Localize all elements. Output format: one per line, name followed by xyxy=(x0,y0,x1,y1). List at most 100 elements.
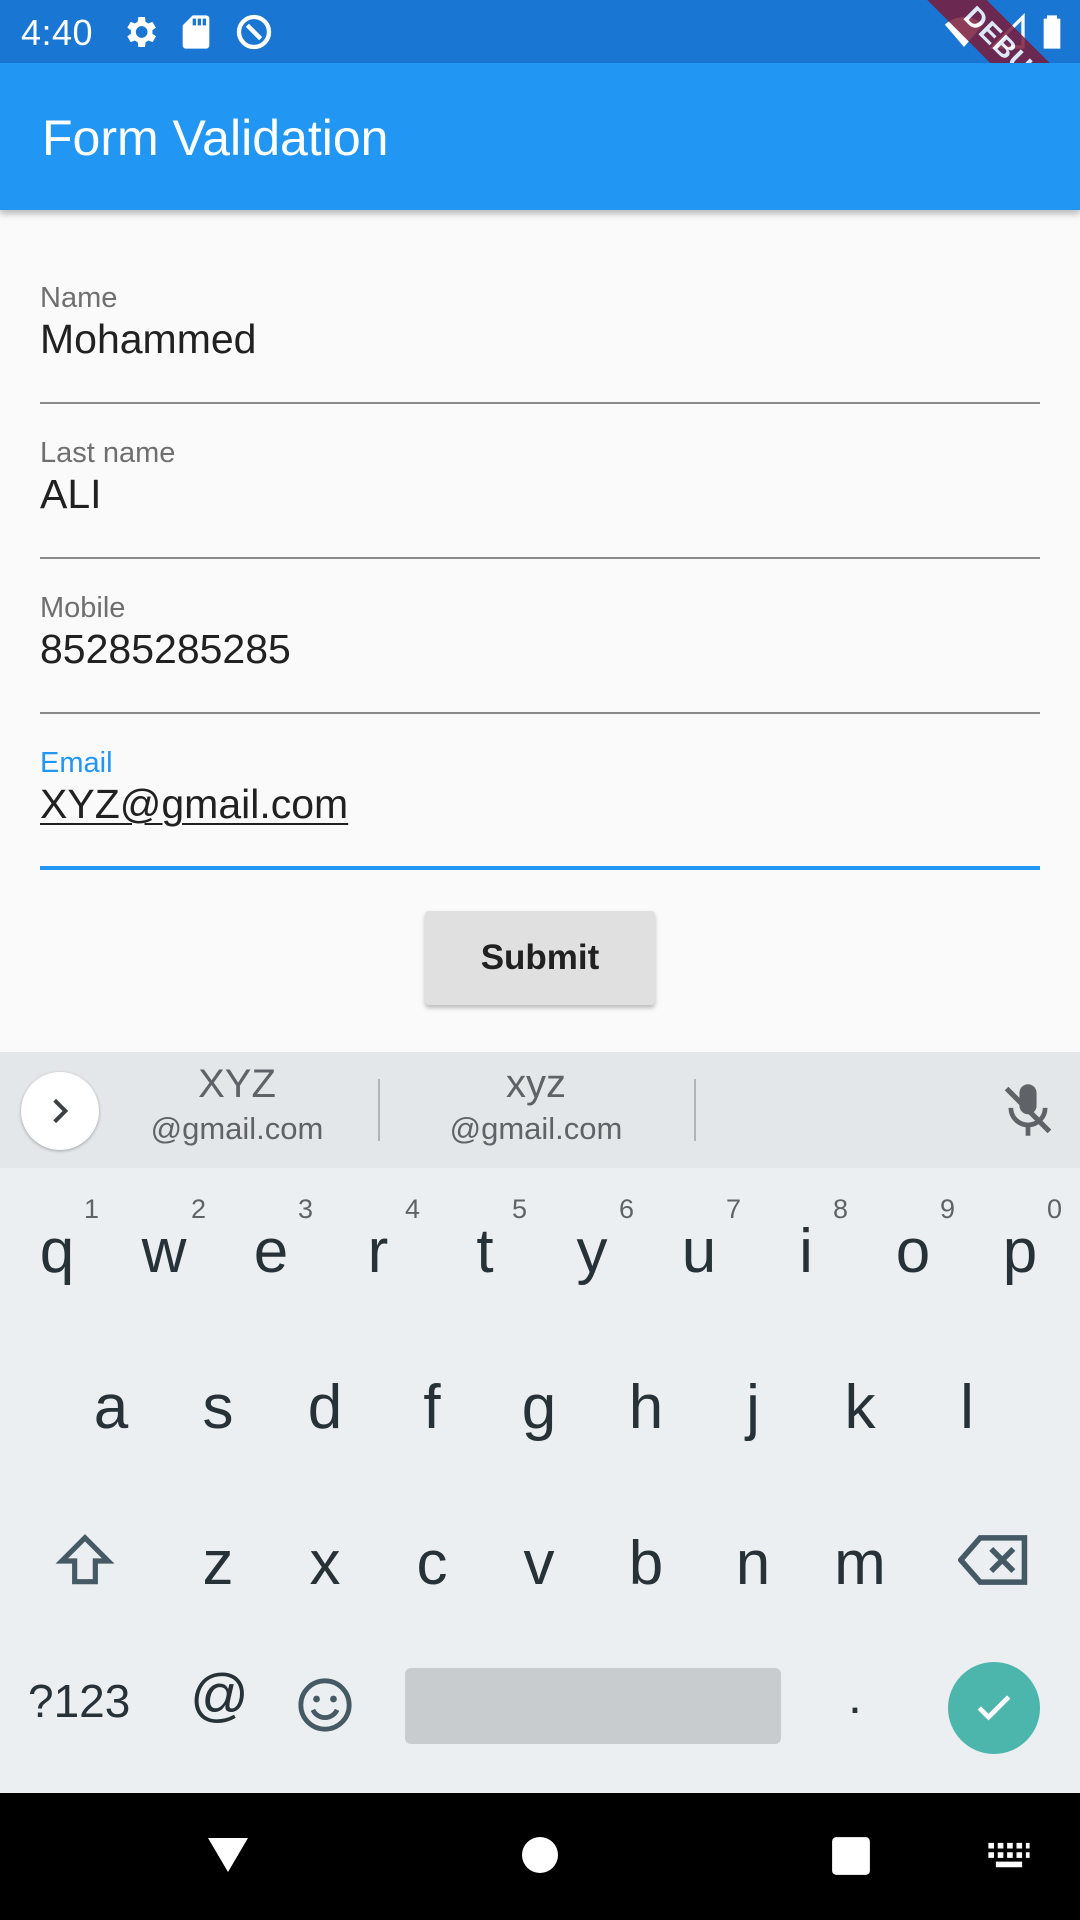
last-name-field-label: Last name xyxy=(40,437,176,469)
check-icon xyxy=(977,1695,1011,1721)
at-key[interactable]: @ xyxy=(190,1662,249,1729)
key-q[interactable]: q1 xyxy=(7,1180,107,1310)
suggestion-divider xyxy=(378,1079,380,1141)
suggestion-2-main: xyz xyxy=(506,1062,566,1106)
key-label: d xyxy=(307,1373,343,1442)
system-nav-bar xyxy=(0,1793,1080,1920)
key-k[interactable]: k xyxy=(810,1322,910,1452)
key-hint-label: 1 xyxy=(83,1194,99,1224)
last-name-field[interactable]: Last name ALI xyxy=(40,437,1040,561)
key-c[interactable]: c xyxy=(382,1478,482,1608)
key-z[interactable]: z xyxy=(168,1478,268,1608)
key-label: o xyxy=(895,1217,931,1286)
key-label: v xyxy=(523,1529,555,1598)
key-label: c xyxy=(416,1529,448,1598)
key-l[interactable]: l xyxy=(917,1322,1017,1452)
key-v[interactable]: v xyxy=(489,1478,589,1608)
expand-suggestions-button[interactable] xyxy=(21,1072,99,1150)
key-t[interactable]: t5 xyxy=(435,1180,535,1310)
key-label: p xyxy=(1002,1217,1038,1286)
mobile-field-value[interactable]: 85285285285 xyxy=(40,626,291,673)
status-bar: 4:40 DEBUG xyxy=(0,0,1080,170)
key-label: w xyxy=(141,1217,187,1286)
suggestion-1[interactable]: XYZ @gmail.com xyxy=(107,1062,367,1147)
key-d[interactable]: d xyxy=(275,1322,375,1452)
keyboard-switch-icon[interactable] xyxy=(986,1841,1032,1871)
key-label: m xyxy=(834,1529,886,1598)
key-p[interactable]: p0 xyxy=(970,1180,1070,1310)
key-label: x xyxy=(309,1529,341,1598)
name-field-value[interactable]: Mohammed xyxy=(40,316,256,363)
suggestion-2-sub: @gmail.com xyxy=(449,1111,623,1146)
key-label: i xyxy=(799,1217,813,1286)
key-g[interactable]: g xyxy=(489,1322,589,1452)
key-f[interactable]: f xyxy=(382,1322,482,1452)
last-name-field-value[interactable]: ALI xyxy=(40,471,102,518)
submit-button[interactable]: Submit xyxy=(425,911,655,1005)
page-title: Form Validation xyxy=(42,110,389,166)
gear-icon xyxy=(127,17,156,47)
key-label: z xyxy=(202,1529,234,1598)
email-field-label: Email xyxy=(40,747,113,779)
key-label: n xyxy=(735,1529,771,1598)
back-icon[interactable] xyxy=(204,1833,252,1875)
last-name-field-underline xyxy=(40,557,1040,559)
key-y[interactable]: y6 xyxy=(542,1180,642,1310)
mic-off-icon[interactable] xyxy=(1002,1080,1054,1140)
key-hint-label: 9 xyxy=(939,1194,955,1224)
suggestion-1-main: XYZ xyxy=(198,1062,276,1106)
key-w[interactable]: w2 xyxy=(114,1180,214,1310)
key-n[interactable]: n xyxy=(703,1478,803,1608)
key-label: f xyxy=(423,1373,441,1442)
key-label: j xyxy=(746,1373,760,1442)
name-field[interactable]: Name Mohammed xyxy=(40,282,1040,406)
key-j[interactable]: j xyxy=(703,1322,803,1452)
key-label: q xyxy=(39,1217,75,1286)
key-h[interactable]: h xyxy=(596,1322,696,1452)
symbols-key[interactable]: ?123 xyxy=(28,1674,130,1728)
home-icon[interactable] xyxy=(520,1835,560,1875)
key-hint-label: 8 xyxy=(832,1194,848,1224)
period-key[interactable]: . xyxy=(848,1667,862,1725)
battery-icon xyxy=(1043,15,1061,49)
app-bar: Form Validation xyxy=(0,63,1080,210)
emoji-icon[interactable] xyxy=(296,1676,354,1734)
key-m[interactable]: m xyxy=(810,1478,910,1608)
shift-icon[interactable] xyxy=(53,1530,117,1592)
key-label: k xyxy=(844,1373,876,1442)
suggestion-strip: XYZ @gmail.com xyz @gmail.com xyxy=(0,1052,1080,1168)
enter-key[interactable] xyxy=(948,1662,1040,1754)
key-u[interactable]: u7 xyxy=(649,1180,749,1310)
recents-icon[interactable] xyxy=(830,1835,872,1877)
key-o[interactable]: o9 xyxy=(863,1180,963,1310)
sd-card-icon xyxy=(182,15,210,49)
chevron-right-icon xyxy=(53,1098,69,1124)
key-a[interactable]: a xyxy=(61,1322,161,1452)
key-b[interactable]: b xyxy=(596,1478,696,1608)
key-label: r xyxy=(367,1217,389,1286)
email-field[interactable]: Email XYZ@gmail.com xyxy=(40,747,1040,873)
key-hint-label: 6 xyxy=(618,1194,634,1224)
key-x[interactable]: x xyxy=(275,1478,375,1608)
key-r[interactable]: r4 xyxy=(328,1180,428,1310)
name-field-label: Name xyxy=(40,282,118,314)
suggestion-2[interactable]: xyz @gmail.com xyxy=(406,1062,666,1147)
backspace-icon[interactable] xyxy=(958,1532,1030,1588)
space-bar[interactable] xyxy=(405,1668,781,1744)
key-e[interactable]: e3 xyxy=(221,1180,321,1310)
soft-keyboard: XYZ @gmail.com xyz @gmail.com q1 w2 e3 r… xyxy=(0,1052,1080,1793)
email-field-underline xyxy=(40,866,1040,870)
email-field-value[interactable]: XYZ@gmail.com xyxy=(40,781,348,828)
mobile-field-underline xyxy=(40,712,1040,714)
key-label: b xyxy=(628,1529,664,1598)
key-label: t xyxy=(476,1217,494,1286)
mobile-field[interactable]: Mobile 85285285285 xyxy=(40,592,1040,716)
key-hint-label: 0 xyxy=(1046,1194,1062,1224)
key-hint-label: 4 xyxy=(404,1194,420,1224)
key-s[interactable]: s xyxy=(168,1322,268,1452)
name-field-underline xyxy=(40,402,1040,404)
no-sim-alert-icon xyxy=(236,14,272,50)
key-label: l xyxy=(960,1373,974,1442)
key-i[interactable]: i8 xyxy=(756,1180,856,1310)
key-hint-label: 5 xyxy=(511,1194,527,1224)
